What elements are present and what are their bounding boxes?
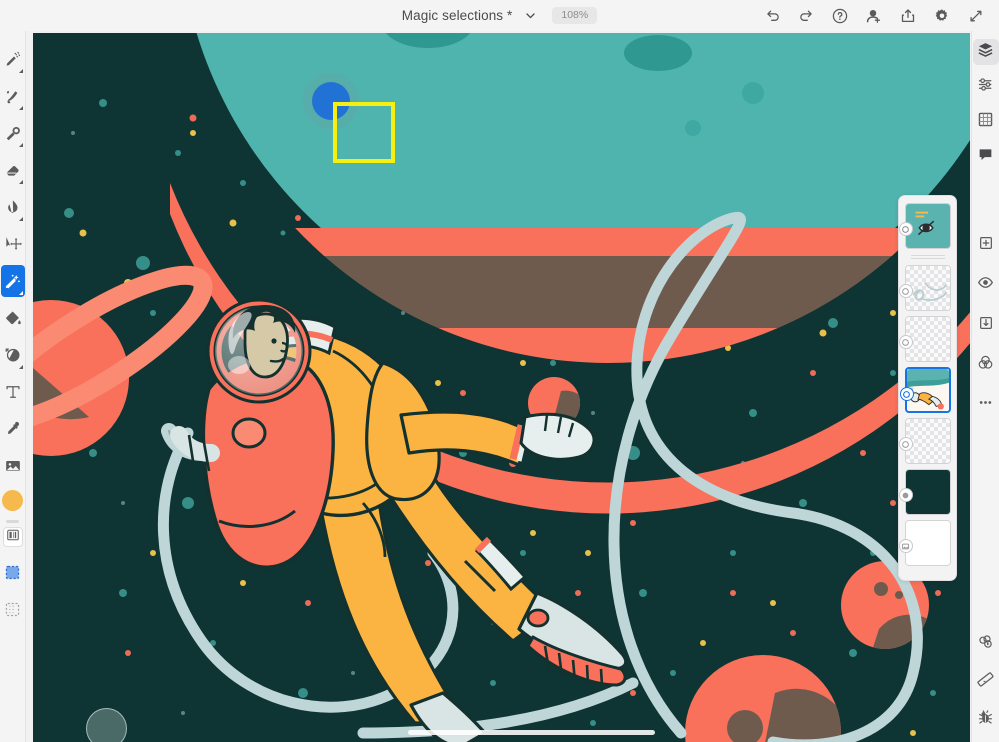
pixel-brush-tool[interactable] (0, 40, 26, 77)
top-actions (757, 0, 991, 31)
tool-flyout-corner (18, 291, 23, 295)
blend-mode-button[interactable] (973, 352, 999, 378)
eyedropper-icon (1, 413, 25, 445)
ruler-button[interactable] (973, 669, 999, 695)
layers-panel (898, 195, 957, 581)
text-icon (1, 376, 25, 408)
gear-icon[interactable] (927, 1, 957, 31)
layer-group-divider (910, 255, 945, 259)
comment-icon (977, 146, 994, 168)
add-person-icon[interactable] (859, 1, 889, 31)
place-image-tool[interactable] (0, 447, 26, 484)
fresco-app-window: Magic selections * 108% (0, 0, 999, 742)
circle-icon[interactable] (898, 488, 913, 502)
share-icon[interactable] (893, 1, 923, 31)
add-square-icon (978, 235, 994, 256)
tools-sidebar (0, 31, 26, 742)
eye-icon (977, 274, 994, 296)
chevron-down-icon[interactable] (521, 7, 539, 25)
circle-icon[interactable] (898, 437, 913, 451)
selection-filled-icon (1, 557, 25, 589)
ellipsis-icon (977, 394, 994, 416)
vector-brush-tool[interactable] (0, 114, 26, 151)
feedback-button[interactable] (973, 707, 999, 733)
horizontal-scrollbar[interactable] (408, 730, 655, 735)
undo-icon[interactable] (757, 1, 787, 31)
properties-panel-button[interactable] (973, 74, 999, 100)
venn-circles-icon (977, 354, 994, 376)
tool-flyout-corner (18, 180, 23, 184)
color-swatches-icon (6, 528, 20, 547)
panel-drag-handle[interactable] (6, 520, 19, 523)
grid-icon (977, 111, 994, 133)
smudge-tool[interactable] (0, 188, 26, 225)
artboard-canvas[interactable] (33, 33, 970, 742)
text-tool[interactable] (0, 373, 26, 410)
merge-down-button[interactable] (973, 312, 999, 338)
add-layer-button[interactable] (973, 232, 999, 258)
transform-tool[interactable] (0, 225, 26, 262)
expand-icon[interactable] (961, 1, 991, 31)
tool-flyout-corner (18, 106, 23, 110)
image-icon (1, 450, 25, 482)
tool-flyout-corner (18, 365, 23, 369)
layers-panel-button[interactable] (972, 39, 999, 65)
selection-dashed-icon (1, 594, 25, 626)
live-brush-tool[interactable] (0, 77, 26, 114)
merge-down-icon (978, 315, 994, 336)
color-swatches-button[interactable] (2, 527, 23, 547)
bug-icon (977, 709, 994, 731)
redo-icon[interactable] (791, 1, 821, 31)
adjustment-tool[interactable] (0, 336, 26, 373)
layer-hidden-teal[interactable] (898, 203, 951, 249)
layer-transparent-2[interactable] (898, 316, 951, 362)
brush-size-puck[interactable] (86, 708, 127, 742)
helmet (206, 298, 312, 404)
comments-panel-button[interactable] (973, 144, 999, 170)
ruler-icon (977, 671, 994, 693)
page-title: Magic selections * (401, 8, 513, 23)
layer-transparent-3[interactable] (898, 418, 951, 464)
circle-icon[interactable] (898, 335, 913, 349)
paint-bucket-icon (1, 302, 25, 334)
selection-inactive-button[interactable] (0, 591, 26, 628)
tool-flyout-corner (18, 217, 23, 221)
layer-dark-fill[interactable] (898, 469, 951, 515)
motion-play-icon (977, 633, 994, 655)
tool-flyout-corner (18, 69, 23, 73)
panels-sidebar (971, 31, 999, 742)
layer-transparent-1[interactable] (898, 265, 951, 311)
zoom-level-badge[interactable]: 108% (552, 6, 598, 25)
help-circle-icon[interactable] (825, 1, 855, 31)
background-icon[interactable] (898, 539, 913, 553)
circle-icon[interactable] (898, 284, 913, 298)
layer-more-button[interactable] (973, 392, 999, 418)
layer-visibility-button[interactable] (973, 272, 999, 298)
magic-wand-tool[interactable] (0, 262, 26, 299)
eyedropper-tool[interactable] (0, 410, 26, 447)
eraser-tool[interactable] (0, 151, 26, 188)
active-color-swatch[interactable] (2, 490, 23, 511)
tool-flyout-corner (18, 143, 23, 147)
layers-icon (977, 41, 994, 63)
circle-icon[interactable] (899, 387, 914, 401)
artwork-illustration (33, 33, 970, 742)
top-toolbar: Magic selections * 108% (0, 0, 999, 31)
sliders-icon (977, 76, 994, 98)
selection-active-button[interactable] (0, 554, 26, 591)
layer-white-bg[interactable] (898, 520, 951, 566)
layer-artwork[interactable] (899, 367, 951, 413)
fill-tool[interactable] (0, 299, 26, 336)
eye-off-icon[interactable] (898, 222, 913, 236)
grid-panel-button[interactable] (973, 109, 999, 135)
move-arrows-icon (1, 228, 25, 260)
motion-button[interactable] (973, 631, 999, 657)
